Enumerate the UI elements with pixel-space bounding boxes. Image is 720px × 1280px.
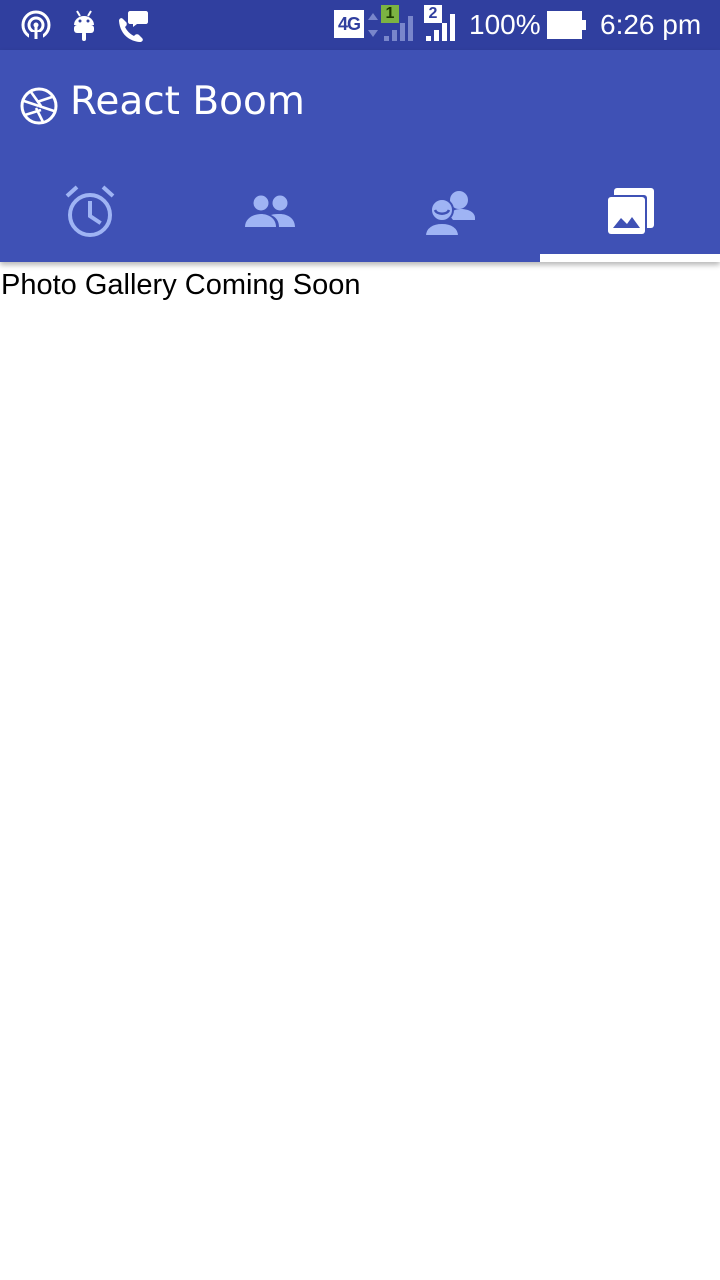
tab-people[interactable]	[180, 162, 360, 262]
chat-icon	[119, 11, 148, 42]
tab-alarm[interactable]	[0, 162, 180, 262]
signal-sim2-icon	[426, 14, 455, 41]
clock: 6:26 pm	[600, 9, 702, 40]
data-activity-icon	[368, 13, 378, 37]
app-title: React Boom	[70, 79, 305, 124]
battery-percent: 100%	[469, 9, 541, 40]
app-bar: React Boom	[0, 50, 720, 262]
contacts-chat-icon	[423, 191, 475, 237]
tab-contacts[interactable]	[360, 162, 540, 262]
photo-library-icon	[606, 188, 654, 236]
network-type-badge: 4G	[334, 10, 364, 38]
android-debug-icon	[74, 10, 94, 41]
selected-tab-indicator	[540, 254, 720, 262]
app-screen: 4G 1 2 100% 6:26 pm React Boom Photo Gal…	[0, 0, 720, 1280]
camera-aperture-icon	[20, 87, 58, 125]
tab-photos[interactable]	[540, 162, 720, 262]
photo-gallery-message: Photo Gallery Coming Soon	[1, 269, 361, 301]
people-icon	[245, 195, 295, 227]
battery-icon	[547, 11, 586, 39]
alarm-clock-icon	[65, 185, 115, 237]
hotspot-icon	[21, 10, 51, 42]
status-bar: 4G 1 2 100% 6:26 pm	[0, 0, 720, 50]
signal-sim1-icon	[384, 16, 413, 41]
